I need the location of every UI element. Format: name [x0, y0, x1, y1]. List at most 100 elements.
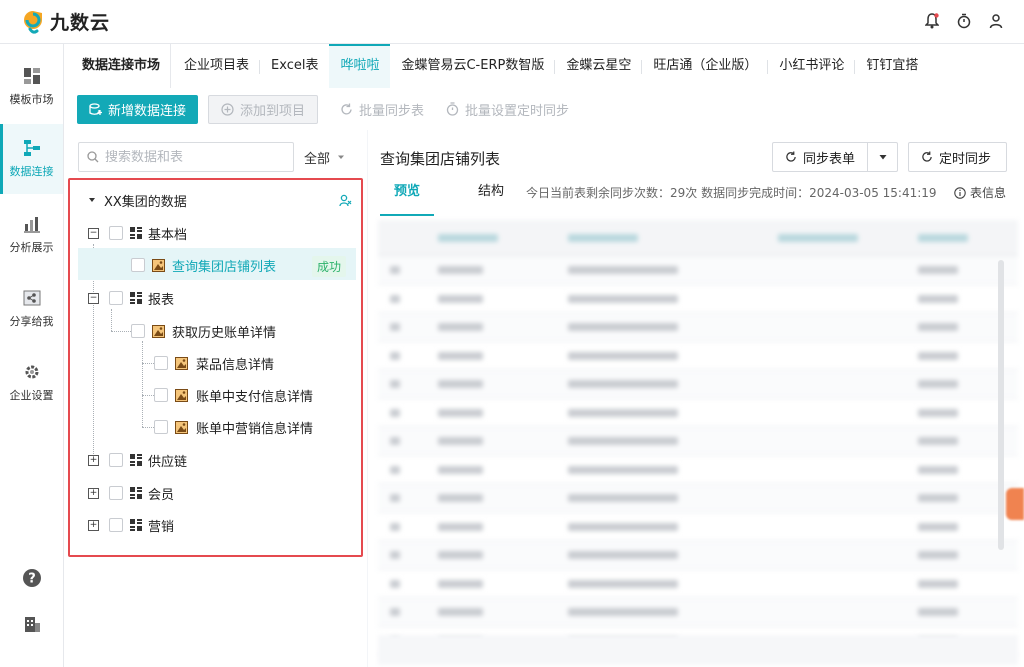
- tree-checkbox[interactable]: [154, 356, 168, 370]
- add-to-project-label: 添加到项目: [240, 103, 306, 119]
- tab-kingdee-xingkong[interactable]: 金蝶云星空: [555, 44, 643, 88]
- collapse-icon[interactable]: −: [88, 292, 99, 304]
- schedule-sync-button[interactable]: 定时同步: [908, 142, 1007, 172]
- tree-node-bill-history[interactable]: 获取历史账单详情: [131, 318, 276, 344]
- timer-icon[interactable]: [956, 12, 972, 30]
- tree-checkbox[interactable]: [109, 291, 123, 305]
- table-cell: [918, 551, 958, 559]
- collapse-icon[interactable]: −: [88, 227, 99, 239]
- expand-icon[interactable]: +: [88, 519, 99, 531]
- nav-item-enterprise-settings[interactable]: 企业设置: [0, 348, 63, 418]
- tree-node-label: 账单中营销信息详情: [196, 421, 314, 437]
- tab-dingtalk-yida[interactable]: 钉钉宜搭: [855, 44, 929, 88]
- tree-node-marketing-info[interactable]: 账单中营销信息详情: [154, 414, 313, 440]
- filter-dropdown[interactable]: 全部: [304, 142, 346, 172]
- table-title: 查询集团店铺列表: [380, 150, 501, 168]
- table-cell: [568, 551, 678, 559]
- expand-icon[interactable]: +: [88, 454, 99, 466]
- table-cell: [390, 408, 400, 417]
- connector-tabs: 数据连接市场 企业项目表 Excel表 哗啦啦 金蝶管易云C-ERP数智版 金蝶…: [64, 44, 1024, 88]
- tree-guide-line: [142, 395, 154, 396]
- table-cell: [918, 522, 958, 531]
- app-logo[interactable]: 九数云: [22, 8, 110, 35]
- batch-schedule-label: 批量设置定时同步: [465, 103, 570, 119]
- vertical-scrollbar[interactable]: [998, 260, 1004, 550]
- table-cell: [390, 380, 400, 388]
- expand-icon[interactable]: +: [88, 487, 99, 499]
- tab-wangdiantong[interactable]: 旺店通（企业版）: [642, 44, 769, 88]
- preview-tabs: 预览 结构: [380, 180, 518, 216]
- new-connection-button[interactable]: 新增数据连接: [77, 94, 199, 124]
- tree-checkbox[interactable]: [109, 518, 123, 532]
- table-info-link[interactable]: 表信息: [954, 184, 1006, 201]
- table-row: [378, 598, 1018, 627]
- search-icon: [87, 151, 99, 163]
- folder-grid-icon: [130, 519, 142, 531]
- table-image-icon: [152, 324, 165, 338]
- tab-structure[interactable]: 结构: [464, 180, 518, 216]
- tab-enterprise-project[interactable]: 企业项目表: [173, 44, 261, 88]
- nav-item-template-market[interactable]: 模板市场: [0, 52, 63, 122]
- tree-node-supply-chain[interactable]: + 供应链: [88, 447, 187, 473]
- batch-sync-button[interactable]: 批量同步表: [340, 100, 424, 119]
- search-input[interactable]: [105, 149, 285, 165]
- analysis-chart-icon: [23, 217, 40, 233]
- sync-form-button[interactable]: 同步表单: [772, 142, 898, 172]
- tree-node-marketing[interactable]: + 营销: [88, 512, 174, 538]
- table-cell: [438, 608, 483, 616]
- nav-label: 模板市场: [9, 93, 54, 106]
- tree-checkbox[interactable]: [109, 486, 123, 500]
- enterprise-building-icon[interactable]: [20, 612, 44, 636]
- tree-node-basic[interactable]: − 基本档: [88, 220, 187, 246]
- tab-kingdee-guanyiyun[interactable]: 金蝶管易云C-ERP数智版: [390, 44, 556, 88]
- table-cell: [918, 465, 958, 474]
- user-profile-icon[interactable]: [988, 12, 1004, 30]
- tree-checkbox[interactable]: [131, 258, 145, 272]
- table-cell: [918, 380, 958, 388]
- nav-item-shared[interactable]: 分享给我: [0, 274, 63, 344]
- tree-checkbox[interactable]: [109, 226, 123, 240]
- database-add-icon: [89, 102, 102, 116]
- search-box[interactable]: [78, 142, 294, 172]
- tab-hualala[interactable]: 哗啦啦: [329, 44, 391, 88]
- tree-checkbox[interactable]: [109, 453, 123, 467]
- tree-node-reports[interactable]: − 报表: [88, 285, 174, 311]
- tab-xiaohongshu[interactable]: 小红书评论: [768, 44, 856, 88]
- tree-root-label: XX集团的数据: [104, 194, 187, 210]
- table-cell: [568, 380, 678, 388]
- table-cell: [918, 608, 958, 616]
- tree-node-members[interactable]: + 会员: [88, 480, 174, 506]
- user-permission-icon[interactable]: [339, 194, 352, 207]
- batch-schedule-button[interactable]: 批量设置定时同步: [446, 100, 569, 119]
- table-cell: [918, 294, 958, 303]
- tree-checkbox[interactable]: [154, 420, 168, 434]
- sync-dropdown-toggle[interactable]: [867, 143, 897, 171]
- floating-side-tab[interactable]: [1006, 488, 1024, 520]
- tree-node-payment-info[interactable]: 账单中支付信息详情: [154, 382, 313, 408]
- tab-preview[interactable]: 预览: [380, 180, 435, 216]
- table-cell: [438, 551, 483, 559]
- tab-label: 旺店通（企业版）: [653, 58, 758, 73]
- add-to-project-button[interactable]: 添加到项目: [208, 94, 319, 124]
- nav-item-data-connection[interactable]: 数据连接: [0, 124, 63, 194]
- table-cell: [568, 579, 678, 588]
- table-cell: [438, 266, 483, 274]
- table-cell: [438, 294, 483, 303]
- schedule-sync-label: 定时同步: [939, 151, 992, 167]
- table-cell: [390, 465, 400, 474]
- table-row: [378, 313, 1018, 342]
- help-icon[interactable]: ?: [20, 566, 44, 590]
- notification-bell-icon[interactable]: [924, 12, 940, 30]
- tab-label: 小红书评论: [779, 58, 845, 73]
- nav-label: 数据连接: [9, 165, 54, 178]
- tree-node-dish-info[interactable]: 菜品信息详情: [154, 350, 274, 376]
- table-cell: [918, 437, 958, 445]
- table-cell: [390, 351, 400, 360]
- tab-excel[interactable]: Excel表: [260, 44, 329, 88]
- tree-checkbox[interactable]: [154, 388, 168, 402]
- tree-root[interactable]: XX集团的数据: [88, 187, 358, 213]
- nav-item-analysis[interactable]: 分析展示: [0, 200, 63, 270]
- sync-info-text: 今日当前表剩余同步次数：29次 数据同步完成时间：2024-03-05 15:4…: [526, 186, 937, 200]
- tree-node-store-list[interactable]: 查询集团店铺列表 成功: [131, 252, 356, 278]
- tree-checkbox[interactable]: [131, 324, 145, 338]
